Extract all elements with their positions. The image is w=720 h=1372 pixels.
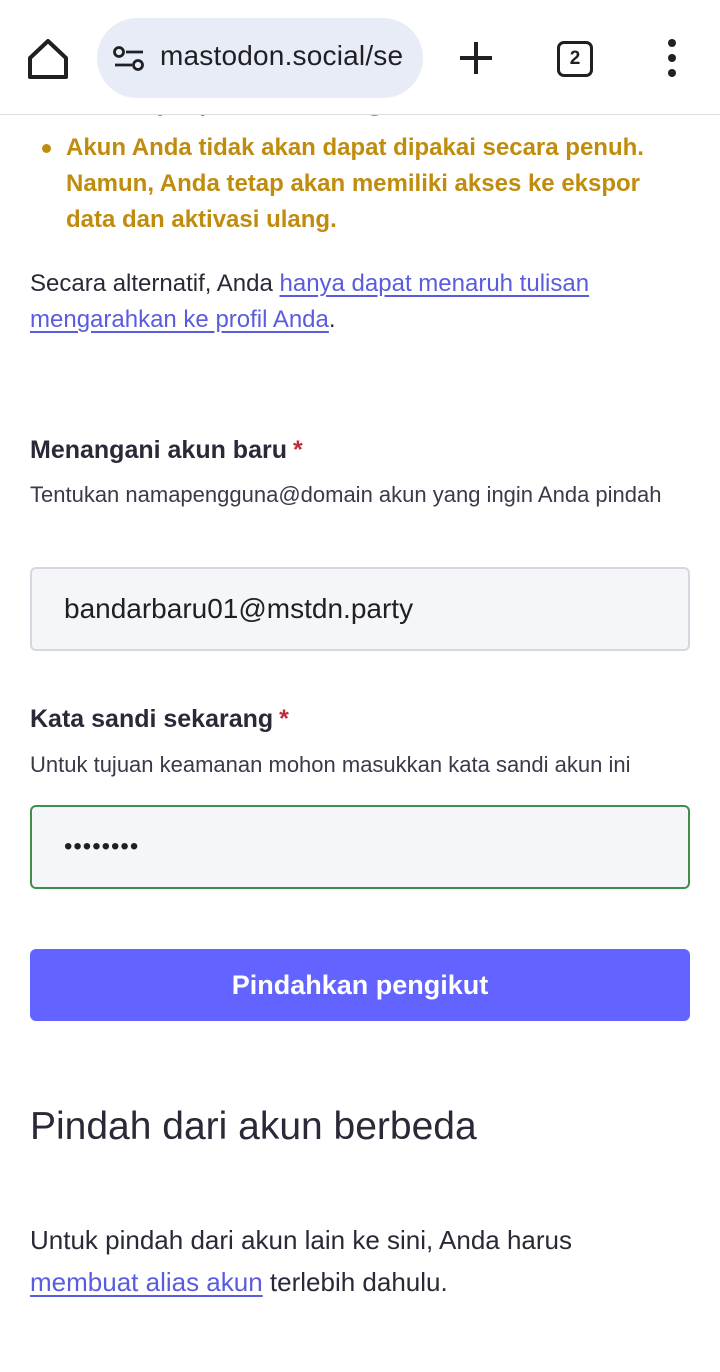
- warning-item: Akun Anda tidak akan dapat dipakai secar…: [30, 130, 690, 238]
- tab-switcher-button[interactable]: 2: [557, 41, 593, 77]
- new-account-hint: Tentukan namapengguna@domain akun yang i…: [30, 482, 662, 507]
- new-account-label: Menangani akun baru *: [30, 436, 303, 465]
- new-account-value: bandarbaru01@mstdn.party: [64, 593, 414, 624]
- required-marker: *: [292, 436, 303, 464]
- url-text: mastodon.social/se: [160, 40, 404, 71]
- plus-icon[interactable]: [456, 38, 496, 78]
- password-label: Kata sandi sekarang *: [30, 705, 289, 734]
- move-from-heading: Pindah dari akun berbeda: [30, 1105, 477, 1148]
- alternative-paragraph: Secara alternatif, Anda hanya dapat mena…: [30, 266, 670, 338]
- create-alias-link[interactable]: membuat alias akun: [30, 1267, 263, 1297]
- password-masked-value: ••••••••: [64, 833, 140, 860]
- more-vert-icon[interactable]: [660, 38, 684, 78]
- browser-toolbar: mastodon.social/se 2: [0, 0, 720, 115]
- move-from-prefix: Untuk pindah dari akun lain ke sini, And…: [30, 1225, 573, 1255]
- password-input[interactable]: ••••••••: [30, 805, 690, 889]
- password-label-text: Kata sandi sekarang: [30, 705, 274, 733]
- alternative-suffix: .: [328, 306, 336, 333]
- move-followers-button[interactable]: Pindahkan pengikut: [30, 949, 690, 1021]
- new-account-label-text: Menangani akun baru: [30, 436, 287, 464]
- move-from-paragraph: Untuk pindah dari akun lain ke sini, And…: [30, 1219, 670, 1303]
- new-account-input[interactable]: bandarbaru01@mstdn.party: [30, 567, 690, 651]
- alternative-prefix: Secara alternatif, Anda: [30, 270, 280, 297]
- home-icon[interactable]: [24, 36, 72, 82]
- address-bar[interactable]: mastodon.social/se: [97, 18, 423, 98]
- required-marker: *: [279, 705, 289, 733]
- move-from-suffix: terlebih dahulu.: [262, 1267, 448, 1297]
- password-hint: Untuk tujuan keamanan mohon masukkan kat…: [30, 752, 631, 777]
- site-settings-icon[interactable]: [113, 45, 145, 73]
